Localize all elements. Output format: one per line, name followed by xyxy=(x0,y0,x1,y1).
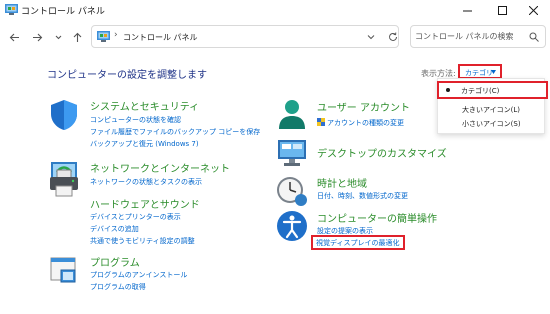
category-title-ease-of-access[interactable]: コンピューターの簡単操作 xyxy=(317,210,437,225)
control-panel-icon xyxy=(5,4,18,15)
category-title-network[interactable]: ネットワークとインターネット xyxy=(90,160,230,175)
chevron-down-icon[interactable] xyxy=(366,32,376,42)
forward-button[interactable] xyxy=(29,29,45,45)
refresh-icon xyxy=(389,32,397,41)
recent-locations-button[interactable] xyxy=(50,29,66,45)
link-network-status[interactable]: ネットワークの状態とタスクの表示 xyxy=(90,177,202,187)
category-title-desktop[interactable]: デスクトップのカスタマイズ xyxy=(317,145,447,160)
menu-item-label: カテゴリ(C) xyxy=(461,87,500,95)
title-bar: コントロール パネル xyxy=(0,0,550,20)
category-title-programs[interactable]: プログラム xyxy=(90,254,140,269)
search-icon[interactable] xyxy=(529,32,539,42)
category-title-user-accounts[interactable]: ユーザー アカウント xyxy=(317,99,410,114)
page-title: コンピューターの設定を調整します xyxy=(47,70,207,81)
accessibility-icon[interactable] xyxy=(275,209,309,243)
arrow-left-icon xyxy=(9,33,19,41)
link-get-programs[interactable]: プログラムの取得 xyxy=(90,282,146,292)
link-add-device[interactable]: デバイスの追加 xyxy=(90,224,139,234)
link-change-account-type[interactable]: アカウントの種類の変更 xyxy=(317,118,404,128)
control-panel-icon xyxy=(97,31,110,42)
menu-item-small-icons[interactable]: 小さいアイコン(S) xyxy=(438,116,544,131)
view-by-dropdown[interactable]: カテゴリ xyxy=(458,64,502,79)
menu-item-label: 小さいアイコン(S) xyxy=(462,120,521,128)
maximize-icon xyxy=(498,5,507,15)
link-mobility-settings[interactable]: 共通で使うモビリティ設定の調整 xyxy=(90,236,195,246)
window-title: コントロール パネル xyxy=(21,7,105,17)
uac-shield-icon xyxy=(317,118,325,126)
address-bar[interactable]: › コントロール パネル xyxy=(91,25,399,48)
link-label: アカウントの種類の変更 xyxy=(327,119,404,127)
arrow-up-icon xyxy=(73,32,81,42)
arrow-right-icon xyxy=(32,33,42,41)
link-check-status[interactable]: コンピューターの状態を確認 xyxy=(90,115,181,125)
minimize-button[interactable] xyxy=(451,0,484,20)
printer-icon[interactable] xyxy=(47,166,81,200)
navigation-bar: › コントロール パネル xyxy=(0,22,550,52)
breadcrumb-separator: › xyxy=(114,30,118,40)
link-devices-printers[interactable]: デバイスとプリンターの表示 xyxy=(90,212,181,222)
shield-icon[interactable] xyxy=(47,98,81,132)
view-by-value: カテゴリ xyxy=(465,69,493,77)
clock-icon[interactable] xyxy=(275,174,309,208)
monitor-icon[interactable] xyxy=(275,136,309,170)
link-date-time-format[interactable]: 日付、時刻、数値形式の変更 xyxy=(317,191,408,201)
selected-bullet-icon xyxy=(446,88,450,92)
category-title-clock-region[interactable]: 時計と地域 xyxy=(317,175,367,190)
link-optimize-visual-display[interactable]: 視覚ディスプレイの最適化 xyxy=(311,235,405,250)
caret-down-icon xyxy=(491,70,496,74)
programs-icon[interactable] xyxy=(47,252,81,286)
maximize-button[interactable] xyxy=(486,0,519,20)
back-button[interactable] xyxy=(6,29,22,45)
link-uninstall-program[interactable]: プログラムのアンインストール xyxy=(90,270,187,280)
minimize-icon xyxy=(463,10,472,11)
refresh-button[interactable] xyxy=(383,25,403,48)
breadcrumb[interactable]: コントロール パネル xyxy=(123,32,198,43)
menu-item-category[interactable]: カテゴリ(C) xyxy=(437,81,548,99)
search-input[interactable] xyxy=(415,29,519,43)
up-button[interactable] xyxy=(69,29,85,45)
link-file-history[interactable]: ファイル履歴でファイルのバックアップ コピーを保存 xyxy=(90,127,260,137)
menu-item-large-icons[interactable]: 大きいアイコン(L) xyxy=(438,102,544,117)
category-title-system-security[interactable]: システムとセキュリティ xyxy=(90,98,199,113)
close-button[interactable] xyxy=(517,0,550,20)
link-backup-restore[interactable]: バックアップと復元 (Windows 7) xyxy=(90,139,199,149)
user-icon[interactable] xyxy=(275,97,309,131)
close-icon xyxy=(529,5,538,15)
chevron-down-icon xyxy=(55,35,61,39)
search-box[interactable] xyxy=(410,25,546,48)
menu-item-label: 大きいアイコン(L) xyxy=(462,106,521,114)
category-title-hardware[interactable]: ハードウェアとサウンド xyxy=(90,196,200,211)
